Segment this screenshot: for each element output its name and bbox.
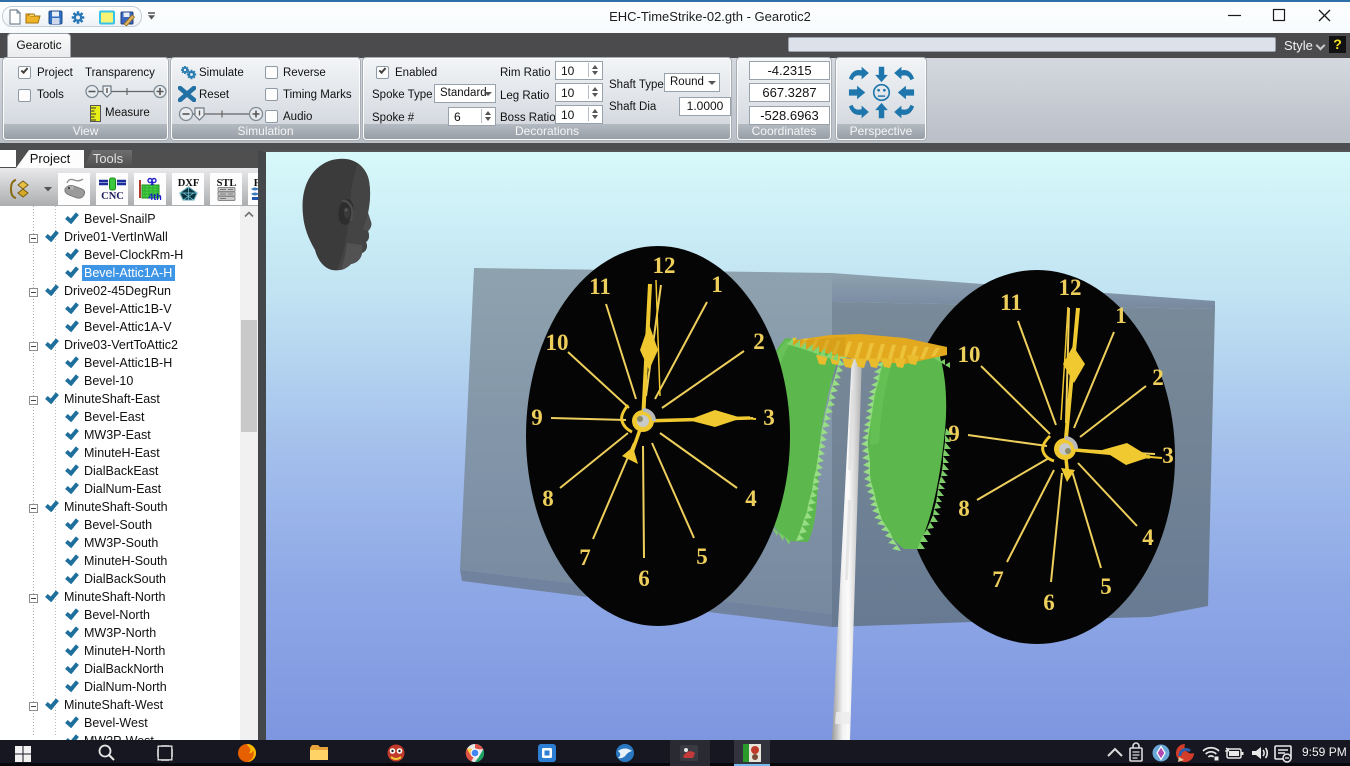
svg-text:CNC: CNC [101,191,124,202]
svg-text:11: 11 [1000,290,1022,315]
svg-text:4: 4 [745,486,757,511]
svg-text:2: 2 [1152,365,1164,390]
svg-text:7: 7 [992,567,1004,592]
svg-text:2: 2 [753,329,765,354]
svg-text:4: 4 [1142,525,1154,550]
svg-text:1: 1 [711,272,723,297]
svg-text:3: 3 [763,405,775,430]
svg-text:6: 6 [1043,590,1055,615]
svg-text:5: 5 [696,544,708,569]
svg-text:1: 1 [1115,303,1127,328]
svg-text:11: 11 [589,274,611,299]
svg-text:10: 10 [546,330,569,355]
svg-text:4th: 4th [148,192,162,202]
svg-text:10: 10 [958,342,981,367]
svg-text:6: 6 [638,566,650,591]
svg-text:3: 3 [1162,443,1174,468]
svg-text:5: 5 [1100,574,1112,599]
svg-text:12: 12 [653,253,676,278]
svg-text:7: 7 [579,545,591,570]
svg-text:8: 8 [958,496,970,521]
svg-text:9: 9 [948,421,960,446]
svg-text:8: 8 [542,486,554,511]
svg-text:9: 9 [531,405,543,430]
svg-text:12: 12 [1059,275,1082,300]
